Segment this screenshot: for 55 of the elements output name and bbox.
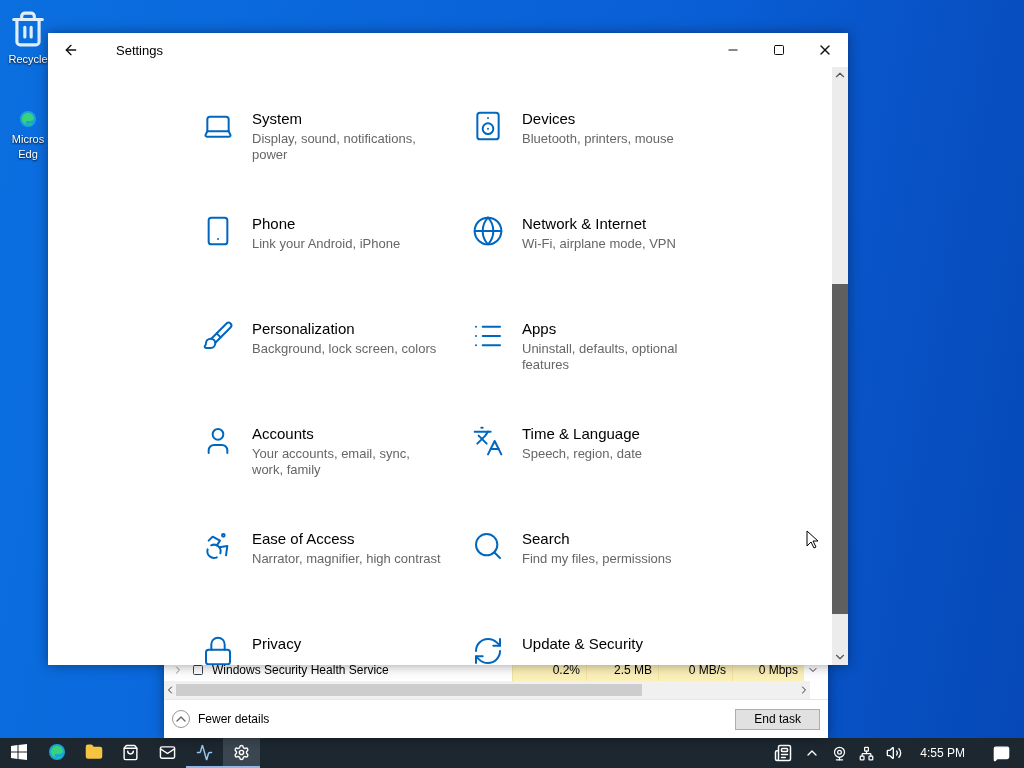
category-title[interactable]: Network & Internet xyxy=(522,215,712,232)
vertical-scrollbar[interactable] xyxy=(832,67,848,665)
category-description: Display, sound, notifications, power xyxy=(252,131,417,163)
app-icon xyxy=(192,664,204,676)
category-description: Wi-Fi, airplane mode, VPN xyxy=(522,236,677,252)
category-title[interactable]: Update & Security xyxy=(522,635,712,652)
refresh-icon xyxy=(472,635,504,665)
desktop-icon-label[interactable]: Recycle xyxy=(8,52,48,67)
category-title[interactable]: Apps xyxy=(522,320,712,337)
recycle-bin-icon xyxy=(9,10,47,48)
window-title: Settings xyxy=(116,42,163,58)
category-description: Bluetooth, printers, mouse xyxy=(522,131,675,147)
category-description: Find my files, permissions xyxy=(522,551,673,567)
webcam-icon xyxy=(832,745,848,761)
network-icon xyxy=(859,745,875,761)
search-icon xyxy=(472,530,504,562)
volume-icon xyxy=(886,745,903,761)
horizontal-scrollbar[interactable] xyxy=(164,681,810,699)
bag-icon xyxy=(122,743,139,761)
category-title[interactable]: Privacy xyxy=(252,635,442,652)
category-title[interactable]: Ease of Access xyxy=(252,530,442,547)
category-description: Background, lock screen, colors xyxy=(252,341,438,357)
mail-icon xyxy=(159,743,176,761)
globe-icon xyxy=(472,215,504,247)
category-description: Your accounts, email, sync, work, family xyxy=(252,446,411,478)
clock[interactable]: 4:55 PM xyxy=(910,746,975,760)
category-title[interactable]: Search xyxy=(522,530,712,547)
category-description: Uninstall, defaults, optional features xyxy=(522,341,679,373)
news-icon xyxy=(774,744,793,762)
chart-icon xyxy=(196,743,213,761)
category-title[interactable]: Time & Language xyxy=(522,425,712,442)
brush-icon xyxy=(202,320,234,352)
taskbar-app-button[interactable] xyxy=(223,738,260,768)
lock-icon xyxy=(202,635,234,665)
category-description: Link your Android, iPhone xyxy=(252,236,402,252)
desktop-icon-label[interactable]: Micros Edg xyxy=(11,132,45,162)
process-name: Windows Security Health Service xyxy=(212,663,390,677)
edge-logo-icon xyxy=(47,743,66,761)
category-title[interactable]: Personalization xyxy=(252,320,442,337)
maximize-icon xyxy=(773,44,785,56)
category-title[interactable]: System xyxy=(252,110,442,127)
end-task-button[interactable]: End task xyxy=(735,708,820,730)
folder-icon xyxy=(84,743,103,761)
category-description: Narrator, magnifier, high contrast xyxy=(252,551,442,567)
settings-icon xyxy=(233,743,250,761)
language-icon xyxy=(472,425,504,457)
windows-logo-icon xyxy=(11,744,27,760)
mouse-cursor-icon xyxy=(806,530,818,549)
category-title[interactable]: Accounts xyxy=(252,425,442,442)
category-title[interactable]: Phone xyxy=(252,215,442,232)
category-description: Speech, region, date xyxy=(522,446,643,462)
fewer-details-link[interactable]: Fewer details xyxy=(172,710,270,728)
edge-logo-icon xyxy=(19,110,37,128)
category-title[interactable]: Devices xyxy=(522,110,712,127)
notifications-icon xyxy=(993,744,1010,762)
